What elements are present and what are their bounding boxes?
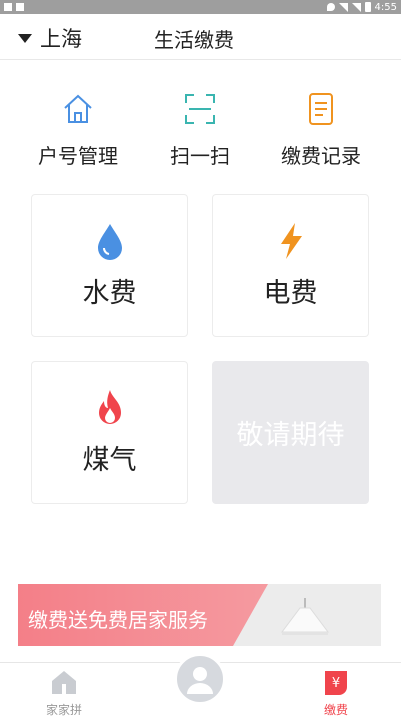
house-icon (64, 94, 92, 123)
home-tab-icon (52, 671, 76, 694)
tab-payment[interactable]: ¥ 缴费 (296, 669, 376, 718)
quick-actions: 户号管理 扫一扫 缴费记录 (0, 92, 401, 172)
download-icon (4, 3, 12, 11)
scan-icon (185, 94, 215, 124)
account-management-button[interactable]: 户号管理 (18, 92, 138, 169)
status-time: 4:55 (374, 1, 397, 13)
gas-bill-label: 煤气 (82, 445, 137, 476)
yen-icon: ¥ (325, 671, 347, 695)
tab-jiajiapin[interactable]: 家家拼 (24, 669, 104, 718)
electricity-bill-card[interactable]: 电费 (212, 194, 369, 337)
lightning-icon (280, 223, 302, 259)
flame-icon (98, 390, 121, 424)
document-icon (309, 93, 333, 125)
wifi-icon (338, 2, 348, 12)
payment-records-label: 缴费记录 (281, 144, 361, 168)
lamp-image (281, 598, 329, 635)
scan-button[interactable]: 扫一扫 (140, 92, 260, 169)
electricity-bill-label: 电费 (263, 278, 318, 309)
notification-icon (16, 3, 24, 11)
dropdown-caret-icon (18, 33, 32, 43)
gas-bill-card[interactable]: 煤气 (31, 361, 188, 504)
tab-payment-label: 缴费 (323, 703, 348, 717)
water-bill-card[interactable]: 水费 (31, 194, 188, 337)
page-title: 生活缴费 (154, 28, 234, 52)
scan-label: 扫一扫 (170, 144, 230, 168)
water-drop-icon (97, 224, 122, 260)
tab-jiajiapin-label: 家家拼 (45, 703, 82, 717)
city-label: 上海 (40, 27, 82, 51)
location-icon (326, 3, 335, 11)
svg-text:¥: ¥ (332, 676, 340, 691)
payment-records-button[interactable]: 缴费记录 (261, 92, 381, 169)
battery-icon (364, 2, 371, 12)
coming-soon-card: 敬请期待 (212, 361, 369, 504)
banner-text: 缴费送免费居家服务 (28, 608, 208, 632)
user-avatar-icon (187, 667, 213, 694)
profile-center-button[interactable] (174, 653, 226, 705)
water-bill-label: 水费 (82, 278, 137, 309)
city-selector[interactable]: 上海 (18, 23, 82, 53)
account-management-label: 户号管理 (38, 144, 118, 168)
promo-banner[interactable]: 缴费送免费居家服务 (18, 584, 381, 646)
status-bar: 4:55 (0, 0, 401, 14)
header: 上海 生活缴费 (0, 14, 401, 60)
coming-soon-label: 敬请期待 (236, 420, 345, 451)
signal-icon (351, 2, 361, 12)
